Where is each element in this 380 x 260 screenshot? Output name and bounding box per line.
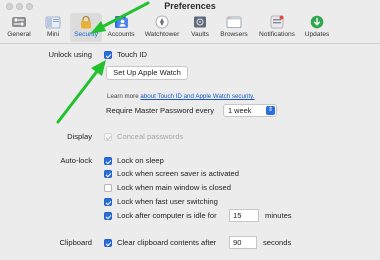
tab-label: Updates <box>304 31 330 38</box>
select-value: 1 week <box>228 106 252 115</box>
tab-accounts[interactable]: Accounts <box>104 13 138 42</box>
updates-icon <box>310 15 324 29</box>
clear-clipboard-unit-label: seconds <box>263 238 292 247</box>
tab-label: General <box>7 31 31 38</box>
tab-label: Browsers <box>220 31 248 38</box>
lock-main-window-closed-checkbox[interactable] <box>104 184 112 192</box>
tab-mini[interactable]: Mini <box>38 13 68 42</box>
tab-vaults[interactable]: Vaults <box>186 13 214 42</box>
accounts-icon <box>115 16 128 28</box>
set-up-apple-watch-button[interactable]: Set Up Apple Watch <box>106 66 188 80</box>
lock-idle-label: Lock after computer is idle for <box>117 211 217 220</box>
tab-updates[interactable]: Updates <box>302 13 332 42</box>
preferences-toolbar: General Mini Security Accounts Watchtowe… <box>0 13 380 44</box>
require-password-interval-select[interactable]: 1 week ⇕ <box>223 104 277 117</box>
switch-icon <box>12 17 26 27</box>
clipboard-section-label: Clipboard <box>59 238 92 247</box>
tab-label: Vaults <box>191 31 209 38</box>
unlock-section-label: Unlock using <box>48 50 92 59</box>
display-section-label: Display <box>67 132 92 141</box>
tab-security[interactable]: Security <box>70 13 102 42</box>
lock-idle-checkbox[interactable] <box>104 212 112 220</box>
learn-more-text: Learn more about Touch ID and Apple Watc… <box>107 93 254 100</box>
touch-id-checkbox[interactable] <box>104 51 112 59</box>
clear-clipboard-seconds-field[interactable]: 90 <box>229 236 257 249</box>
security-pane: Unlock using Touch ID Set Up Apple Watch… <box>0 44 380 260</box>
notifications-icon <box>270 15 284 29</box>
tab-label: Notifications <box>259 31 295 38</box>
title-bar: Preferences <box>0 0 380 14</box>
tab-label: Mini <box>46 31 60 38</box>
touch-id-security-link[interactable]: about Touch ID and Apple Watch security. <box>140 93 254 100</box>
chevron-updown-icon: ⇕ <box>266 106 275 115</box>
learn-more-prefix: Learn more <box>107 93 139 100</box>
require-password-label: Require Master Password every <box>106 106 215 115</box>
tab-general[interactable]: General <box>4 13 34 42</box>
window-title: Preferences <box>164 1 216 11</box>
tab-label: Security <box>74 31 98 38</box>
lock-fast-user-switching-label: Lock when fast user switching <box>117 197 218 206</box>
lock-on-sleep-label: Lock on sleep <box>117 156 164 165</box>
lock-on-sleep-checkbox[interactable] <box>104 157 112 165</box>
tab-label: Accounts <box>107 31 135 38</box>
browsers-icon <box>226 16 242 28</box>
autolock-section-label: Auto-lock <box>60 156 92 165</box>
tab-notifications[interactable]: Notifications <box>254 13 300 42</box>
clear-clipboard-label: Clear clipboard contents after <box>117 238 217 247</box>
watchtower-icon <box>155 15 169 29</box>
lock-main-window-closed-label: Lock when main window is closed <box>117 183 231 192</box>
lock-screen-saver-label: Lock when screen saver is activated <box>117 169 239 178</box>
clear-clipboard-checkbox[interactable] <box>104 239 112 247</box>
mini-window-icon <box>45 16 61 29</box>
idle-unit-label: minutes <box>265 211 292 220</box>
lock-icon <box>81 15 91 29</box>
conceal-passwords-label: Conceal passwords <box>117 132 184 141</box>
conceal-passwords-checkbox[interactable] <box>104 133 112 141</box>
lock-fast-user-switching-checkbox[interactable] <box>104 198 112 206</box>
idle-minutes-field[interactable]: 15 <box>229 209 259 222</box>
tab-watchtower[interactable]: Watchtower <box>140 13 184 42</box>
touch-id-label: Touch ID <box>117 50 147 59</box>
preferences-window: Preferences General Mini Security Accoun… <box>0 0 380 260</box>
vaults-icon <box>194 16 206 28</box>
tab-browsers[interactable]: Browsers <box>216 13 252 42</box>
lock-screen-saver-checkbox[interactable] <box>104 170 112 178</box>
tab-label: Watchtower <box>144 31 180 38</box>
